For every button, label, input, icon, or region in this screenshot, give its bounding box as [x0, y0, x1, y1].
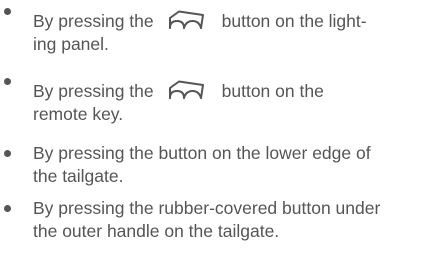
text-line: remote key.: [33, 104, 124, 124]
list-item-text: By pressing the button on the light- ing …: [33, 10, 447, 56]
text-line: the outer handle on the tailgate.: [33, 221, 280, 241]
item-text-after-icon: button on the light-: [221, 11, 367, 31]
bullet: [4, 8, 11, 15]
item-text-before-icon: By pressing the: [33, 11, 154, 31]
list-item-text: By pressing the rubber-covered button un…: [33, 197, 447, 243]
item-text-after-icon: button on the: [221, 81, 324, 101]
list-item-text: By pressing the button on the lower edge…: [33, 142, 447, 188]
tailgate-icon: [168, 80, 206, 100]
text-line: ing panel.: [33, 34, 109, 54]
bullet: [4, 205, 11, 212]
instruction-list: By pressing the button on the light- ing …: [0, 0, 447, 260]
text-line: By pressing the rubber-covered button un…: [33, 198, 381, 218]
text-line: the tailgate.: [33, 166, 124, 186]
item-text-before-icon: By pressing the: [33, 81, 154, 101]
tailgate-icon: [168, 10, 206, 30]
text-line: By pressing the button on the light-: [33, 10, 447, 33]
bullet: [4, 150, 11, 157]
bullet: [4, 78, 11, 85]
text-line: By pressing the button on the lower edge…: [33, 143, 371, 163]
list-item-text: By pressing the button on the remote key.: [33, 80, 447, 126]
text-line: By pressing the button on the: [33, 80, 447, 103]
